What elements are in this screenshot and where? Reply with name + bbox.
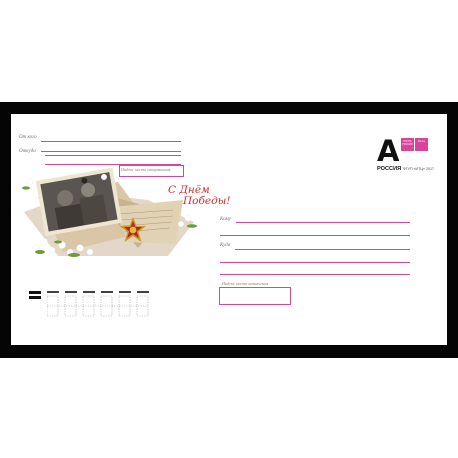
to-line-1 <box>236 222 410 223</box>
stamp-code: ФГУП «ИТЦ» 2017 <box>403 167 434 171</box>
postage-mark-letter: А <box>377 134 400 168</box>
country-label: РОССИЯ <box>377 166 402 172</box>
zip-marker <box>29 291 41 294</box>
to-line-2 <box>220 235 410 236</box>
zip-digits-grid <box>47 291 149 317</box>
recipient-index-label: Индекс места назначения <box>222 281 269 286</box>
russian-post-logo-icon: ПОЧТА РОССИИ <box>401 138 414 151</box>
to-label: Кому <box>220 217 231 222</box>
zip-marker <box>29 296 41 299</box>
from-label: От кого <box>19 135 37 140</box>
envelope: От кого Откуда Индекс места отправления <box>11 114 447 345</box>
greeting-text: С Днём Победы! <box>168 185 248 207</box>
post-eagle-icon: Почта <box>415 138 428 151</box>
to-where-label: Куда <box>220 243 231 248</box>
to-where-line-2 <box>220 262 410 263</box>
to-where-line-3 <box>220 274 410 275</box>
from-line-1 <box>41 141 181 142</box>
recipient-index-box[interactable] <box>219 287 291 305</box>
to-where-line-1 <box>235 249 410 250</box>
greeting-line-2: Победы! <box>183 195 231 207</box>
